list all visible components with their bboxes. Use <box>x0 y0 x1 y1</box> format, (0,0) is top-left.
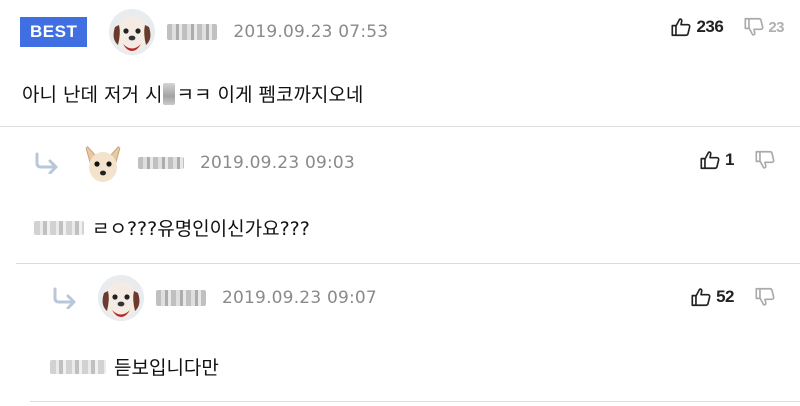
thumbs-down-icon[interactable] <box>754 149 776 171</box>
comment-text-part-1: 아니 난데 저거 시 <box>22 84 163 106</box>
comment-timestamp: 2019.09.23 09:03 <box>200 153 355 173</box>
comment-text-content: 듣보입니다만 <box>114 357 219 379</box>
comment-text: ㄹㅇ???유명인이신가요??? <box>34 214 310 241</box>
username-blurred[interactable] <box>156 290 206 306</box>
vote-controls: 52 <box>690 286 776 308</box>
dog-face-icon <box>109 9 155 55</box>
comment-text-content: ㄹㅇ???유명인이신가요??? <box>92 218 310 240</box>
reply-comment: 2019.09.23 09:07 52 듣보입니다만 <box>30 264 800 402</box>
mention-blurred <box>50 359 106 374</box>
thumbs-down-icon[interactable] <box>754 286 776 308</box>
username-blurred[interactable] <box>167 24 218 40</box>
comment-text: 아니 난데 저거 시 ㅋㅋ 이게 펨코까지오네 <box>22 80 363 107</box>
thumbs-up-icon[interactable] <box>690 286 712 308</box>
mention-blurred <box>34 220 84 235</box>
vote-controls: 1 <box>699 149 776 171</box>
avatar[interactable] <box>109 9 156 55</box>
best-badge: BEST <box>20 17 88 47</box>
downvote-count: 23 <box>768 18 784 36</box>
avatar[interactable] <box>80 140 126 186</box>
comment-text: 듣보입니다만 <box>50 353 219 380</box>
best-comment: BEST 2019.09.23 07:53 236 23 아니 난데 저거 시 … <box>0 0 800 127</box>
dog-face-icon <box>98 275 144 321</box>
censored-character <box>163 82 176 105</box>
comment-text-part-2: ㅋㅋ 이게 펨코까지오네 <box>176 84 364 106</box>
comment-header: 2019.09.23 09:07 <box>52 274 377 322</box>
thumbs-up-icon[interactable] <box>699 149 721 171</box>
upvote-count: 52 <box>716 287 734 306</box>
comment-header: BEST 2019.09.23 07:53 <box>20 9 389 55</box>
upvote-count: 236 <box>696 17 724 36</box>
comment-timestamp: 2019.09.23 07:53 <box>233 22 389 42</box>
thumbs-up-icon[interactable] <box>670 16 692 38</box>
upvote-count: 1 <box>725 150 734 169</box>
thumbs-down-icon[interactable] <box>743 16 765 38</box>
username-blurred[interactable] <box>138 157 184 169</box>
vote-controls: 236 23 <box>670 16 784 38</box>
reply-arrow-icon <box>34 152 60 174</box>
avatar[interactable] <box>98 275 144 321</box>
reply-arrow-icon <box>52 287 78 309</box>
reply-comment: 2019.09.23 09:03 1 ㄹㅇ???유명인이신가요??? <box>16 127 800 264</box>
comment-header: 2019.09.23 09:03 <box>34 139 355 187</box>
chihuahua-face-icon <box>80 140 126 186</box>
comment-timestamp: 2019.09.23 09:07 <box>222 288 377 308</box>
